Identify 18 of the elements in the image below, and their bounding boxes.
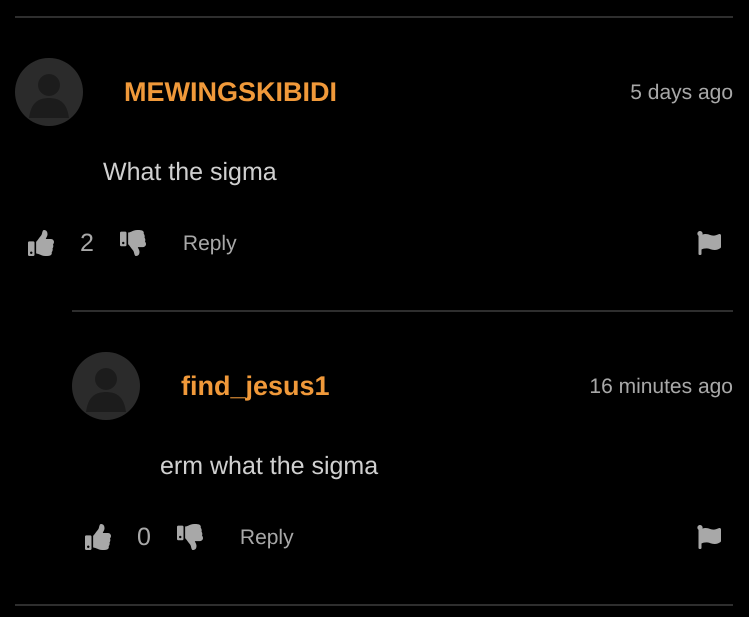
thumbs-up-icon[interactable] [85, 524, 111, 550]
flag-icon[interactable] [697, 525, 721, 549]
reply-button[interactable]: Reply [182, 232, 237, 254]
username[interactable]: MEWINGSKIBIDI [124, 78, 337, 106]
thumbs-down-icon[interactable] [120, 230, 146, 256]
avatar-icon [15, 58, 83, 126]
like-count: 2 [80, 230, 94, 256]
reply-button[interactable]: Reply [240, 526, 294, 548]
timestamp: 16 minutes ago [589, 376, 733, 396]
like-count: 0 [137, 524, 151, 550]
comment-text: What the sigma [103, 160, 277, 184]
avatar-icon [72, 352, 140, 420]
flag-icon[interactable] [697, 231, 721, 255]
thumbs-up-icon[interactable] [28, 230, 54, 256]
timestamp: 5 days ago [630, 82, 733, 102]
username[interactable]: find_jesus1 [181, 372, 330, 400]
comment-text: erm what the sigma [160, 454, 378, 478]
thumbs-down-icon[interactable] [176, 524, 203, 550]
